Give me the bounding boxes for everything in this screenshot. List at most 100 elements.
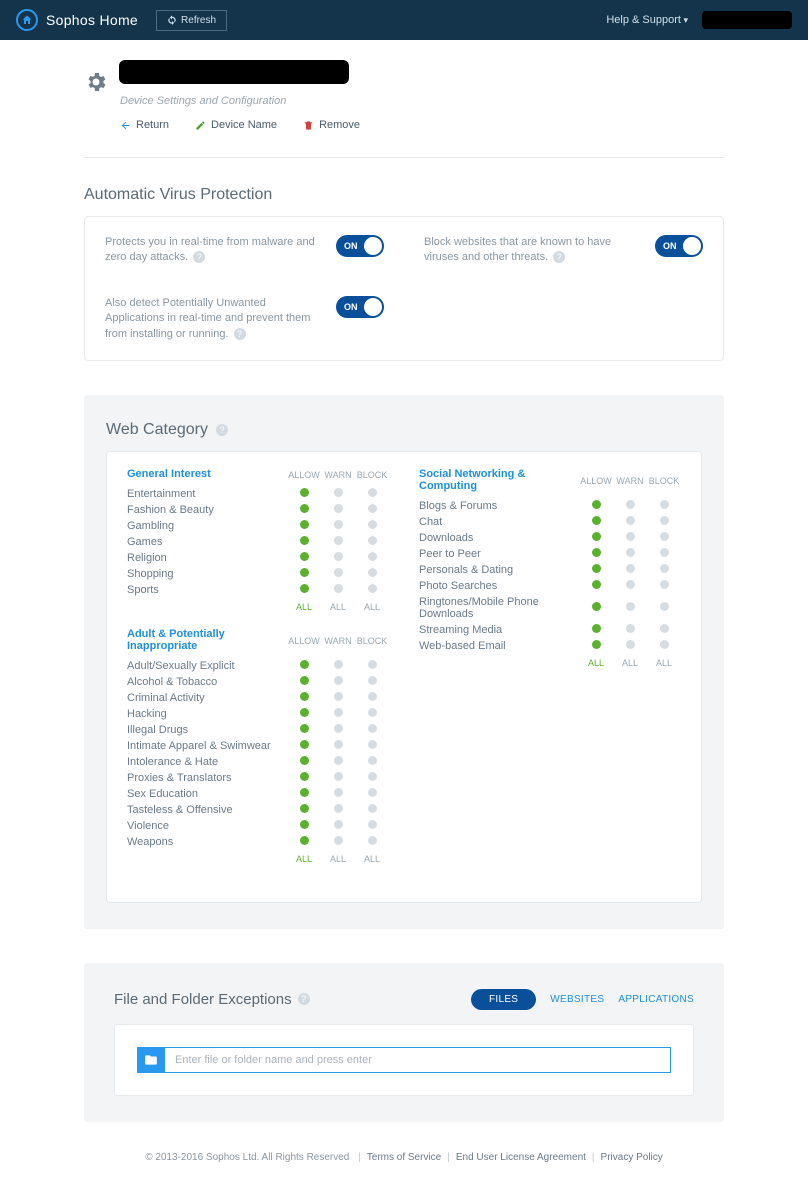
- allow-radio[interactable]: [287, 536, 321, 548]
- allow-radio[interactable]: [287, 676, 321, 688]
- block-radio[interactable]: [355, 536, 389, 548]
- warn-radio[interactable]: [613, 500, 647, 512]
- allow-radio[interactable]: [579, 548, 613, 560]
- help-icon[interactable]: ?: [234, 328, 246, 340]
- warn-radio[interactable]: [321, 708, 355, 720]
- warn-radio[interactable]: [613, 640, 647, 652]
- allow-radio[interactable]: [287, 584, 321, 596]
- block-radio[interactable]: [647, 500, 681, 512]
- help-icon[interactable]: ?: [298, 993, 310, 1005]
- block-radio[interactable]: [647, 564, 681, 576]
- warn-radio[interactable]: [321, 676, 355, 688]
- allow-radio[interactable]: [287, 756, 321, 768]
- toggle-on[interactable]: ON: [336, 235, 384, 257]
- allow-radio[interactable]: [579, 580, 613, 592]
- warn-radio[interactable]: [321, 724, 355, 736]
- footer-link[interactable]: End User License Agreement: [456, 1152, 586, 1163]
- help-support-link[interactable]: Help & Support: [606, 14, 688, 26]
- warn-radio[interactable]: [321, 804, 355, 816]
- block-radio[interactable]: [355, 804, 389, 816]
- toggle-on[interactable]: ON: [655, 235, 703, 257]
- warn-radio[interactable]: [321, 536, 355, 548]
- help-icon[interactable]: ?: [216, 424, 228, 436]
- warn-radio[interactable]: [321, 660, 355, 672]
- block-radio[interactable]: [355, 836, 389, 848]
- block-radio[interactable]: [647, 640, 681, 652]
- warn-radio[interactable]: [321, 504, 355, 516]
- device-name-link[interactable]: Device Name: [195, 119, 277, 131]
- allow-radio[interactable]: [287, 788, 321, 800]
- allow-radio[interactable]: [287, 708, 321, 720]
- allow-radio[interactable]: [579, 500, 613, 512]
- warn-radio[interactable]: [321, 772, 355, 784]
- footer-link[interactable]: Privacy Policy: [601, 1152, 663, 1163]
- warn-radio[interactable]: [321, 552, 355, 564]
- warn-radio[interactable]: [321, 584, 355, 596]
- block-radio[interactable]: [355, 568, 389, 580]
- all-button[interactable]: ALL: [321, 854, 355, 864]
- block-radio[interactable]: [647, 580, 681, 592]
- block-radio[interactable]: [355, 584, 389, 596]
- all-button[interactable]: ALL: [321, 602, 355, 612]
- block-radio[interactable]: [647, 548, 681, 560]
- allow-radio[interactable]: [287, 520, 321, 532]
- block-radio[interactable]: [355, 820, 389, 832]
- warn-radio[interactable]: [321, 788, 355, 800]
- block-radio[interactable]: [355, 708, 389, 720]
- block-radio[interactable]: [355, 756, 389, 768]
- allow-radio[interactable]: [287, 772, 321, 784]
- all-button[interactable]: ALL: [355, 602, 389, 612]
- block-radio[interactable]: [355, 740, 389, 752]
- exception-tab-applications[interactable]: APPLICATIONS: [618, 994, 694, 1005]
- toggle-on[interactable]: ON: [336, 296, 384, 318]
- block-radio[interactable]: [355, 788, 389, 800]
- warn-radio[interactable]: [321, 740, 355, 752]
- block-radio[interactable]: [647, 602, 681, 614]
- allow-radio[interactable]: [287, 488, 321, 500]
- allow-radio[interactable]: [287, 724, 321, 736]
- allow-radio[interactable]: [287, 660, 321, 672]
- block-radio[interactable]: [647, 532, 681, 544]
- allow-radio[interactable]: [287, 740, 321, 752]
- block-radio[interactable]: [355, 488, 389, 500]
- warn-radio[interactable]: [321, 836, 355, 848]
- exception-tab-websites[interactable]: WEBSITES: [550, 994, 604, 1005]
- all-button[interactable]: ALL: [613, 658, 647, 668]
- allow-radio[interactable]: [579, 624, 613, 636]
- allow-radio[interactable]: [579, 516, 613, 528]
- block-radio[interactable]: [355, 520, 389, 532]
- allow-radio[interactable]: [287, 820, 321, 832]
- warn-radio[interactable]: [613, 532, 647, 544]
- all-button[interactable]: ALL: [355, 854, 389, 864]
- block-radio[interactable]: [355, 676, 389, 688]
- block-radio[interactable]: [355, 772, 389, 784]
- block-radio[interactable]: [355, 552, 389, 564]
- warn-radio[interactable]: [613, 564, 647, 576]
- warn-radio[interactable]: [613, 602, 647, 614]
- block-radio[interactable]: [647, 624, 681, 636]
- allow-radio[interactable]: [287, 836, 321, 848]
- warn-radio[interactable]: [321, 692, 355, 704]
- warn-radio[interactable]: [613, 580, 647, 592]
- block-radio[interactable]: [355, 660, 389, 672]
- help-icon[interactable]: ?: [553, 251, 565, 263]
- block-radio[interactable]: [355, 504, 389, 516]
- allow-radio[interactable]: [287, 804, 321, 816]
- allow-radio[interactable]: [579, 602, 613, 614]
- remove-link[interactable]: Remove: [303, 119, 360, 131]
- allow-radio[interactable]: [287, 552, 321, 564]
- logo[interactable]: Sophos Home: [16, 9, 138, 31]
- footer-link[interactable]: Terms of Service: [367, 1152, 441, 1163]
- refresh-button[interactable]: Refresh: [156, 10, 227, 31]
- warn-radio[interactable]: [321, 568, 355, 580]
- exception-tab-files[interactable]: FILES: [471, 989, 536, 1010]
- warn-radio[interactable]: [613, 624, 647, 636]
- allow-radio[interactable]: [287, 568, 321, 580]
- warn-radio[interactable]: [321, 520, 355, 532]
- all-button[interactable]: ALL: [647, 658, 681, 668]
- block-radio[interactable]: [355, 724, 389, 736]
- allow-radio[interactable]: [579, 640, 613, 652]
- allow-radio[interactable]: [287, 692, 321, 704]
- all-button[interactable]: ALL: [287, 854, 321, 864]
- exception-input[interactable]: [165, 1047, 671, 1073]
